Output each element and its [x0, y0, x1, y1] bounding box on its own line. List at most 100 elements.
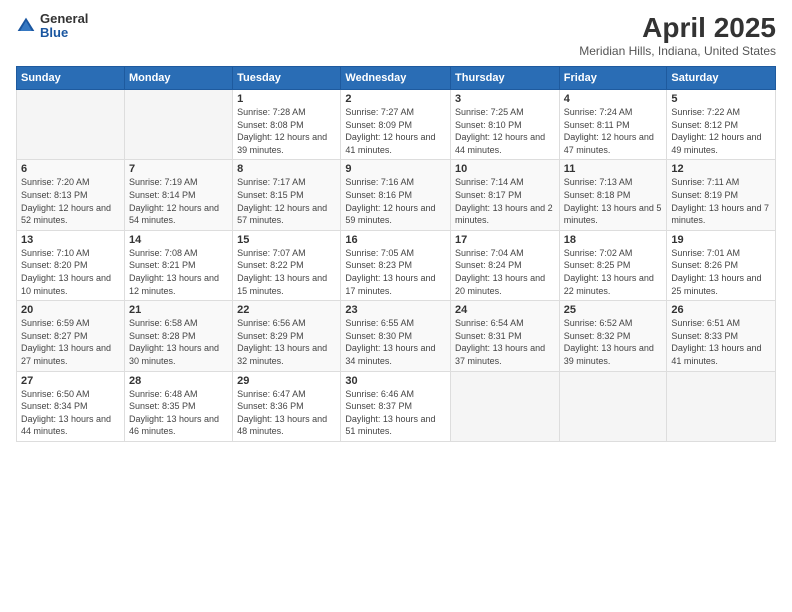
day-info: Sunrise: 7:24 AM Sunset: 8:11 PM Daylight:…	[564, 106, 663, 156]
calendar-cell-w2-d3: 9Sunrise: 7:16 AMSunset: 8:16 PMDaylight…	[341, 160, 451, 230]
daylight-text: Daylight: 13 hours and 2 minutes.	[455, 203, 553, 226]
day-number: 9	[345, 163, 446, 175]
calendar-cell-w3-d3: 16 Sunrise: 7:05 AM Sunset: 8:23 PM Dayligh…	[341, 230, 451, 300]
week-row-1: 1Sunrise: 7:28 AMSunset: 8:08 PMDaylight…	[17, 90, 776, 160]
daylight-text: Daylight: 12 hours and 57 minutes.	[237, 203, 327, 226]
sunrise-text: Sunrise: 6:51 AM	[671, 318, 740, 328]
sunset-text: Sunset: 8:12 PM	[671, 120, 738, 130]
sunrise-text: Sunrise: 7:16 AM	[345, 177, 414, 187]
day-number: 23	[345, 304, 446, 316]
sunrise-text: Sunrise: 7:08 AM	[129, 248, 198, 258]
calendar-cell-w5-d5	[559, 371, 667, 441]
day-number: 26	[671, 304, 771, 316]
sunrise-text: Sunrise: 7:04 AM	[455, 248, 524, 258]
calendar-cell-w5-d4	[451, 371, 560, 441]
sunset-text: Sunset: 8:34 PM	[21, 401, 88, 411]
day-number: 21	[129, 304, 228, 316]
sunset-text: Sunset: 8:26 PM	[671, 260, 738, 270]
header-monday: Monday	[124, 67, 232, 90]
sunrise-text: Sunrise: 7:07 AM	[237, 248, 306, 258]
day-info: Sunrise: 6:51 AMSunset: 8:33 PMDaylight:…	[671, 317, 771, 367]
sunrise-text: Sunrise: 6:46 AM	[345, 389, 414, 399]
daylight-text: Daylight: 13 hours and 30 minutes.	[129, 343, 219, 366]
calendar-cell-w1-d0	[17, 90, 125, 160]
calendar-cell-w4-d3: 23Sunrise: 6:55 AMSunset: 8:30 PMDayligh…	[341, 301, 451, 371]
sunset-text: Sunset: 8:10 PM	[455, 120, 522, 130]
week-row-4: 20 Sunrise: 6:59 AM Sunset: 8:27 PM Dayligh…	[17, 301, 776, 371]
day-info: Sunrise: 7:02 AMSunset: 8:25 PMDaylight:…	[564, 247, 663, 297]
sunrise-text: Sunrise: 7:25 AM	[455, 107, 524, 117]
sunset-text: Sunset: 8:13 PM	[21, 190, 88, 200]
calendar-cell-w1-d1	[124, 90, 232, 160]
daylight-text: Daylight: 13 hours and 44 minutes.	[21, 414, 111, 437]
day-number: 16	[345, 234, 446, 246]
sunset-text: Sunset: 8:23 PM	[345, 260, 412, 270]
calendar-header: Sunday Monday Tuesday Wednesday Thursday…	[17, 67, 776, 90]
sunrise-text: Sunrise: 7:24 AM	[564, 107, 633, 117]
sunrise-text: Sunrise: 7:17 AM	[237, 177, 306, 187]
day-info: Sunrise: 7:04 AMSunset: 8:24 PMDaylight:…	[455, 247, 555, 297]
sunset-text: Sunset: 8:11 PM	[564, 120, 630, 130]
sunrise-text: Sunrise: 6:54 AM	[455, 318, 524, 328]
day-number: 2	[345, 93, 446, 105]
calendar-cell-w2-d2: 8Sunrise: 7:17 AMSunset: 8:15 PMDaylight…	[233, 160, 341, 230]
title-area: April 2025 Meridian Hills, Indiana, Unit…	[579, 12, 776, 58]
logo-blue-text: Blue	[40, 26, 88, 40]
daylight-text: Daylight: 13 hours and 37 minutes.	[455, 343, 545, 366]
sunset-text: Sunset: 8:09 PM	[345, 120, 412, 130]
day-number: 22	[237, 304, 336, 316]
day-number: 20	[21, 304, 120, 316]
day-number: 12	[671, 163, 771, 175]
day-info: Sunrise: 7:11 AMSunset: 8:19 PMDaylight:…	[671, 176, 771, 226]
sunrise-text: Sunrise: 7:01 AM	[671, 248, 740, 258]
day-info: Sunrise: 6:47 AMSunset: 8:36 PMDaylight:…	[237, 388, 336, 438]
calendar-cell-w4-d6: 26Sunrise: 6:51 AMSunset: 8:33 PMDayligh…	[667, 301, 776, 371]
sunrise-text: Sunrise: 7:11 AM	[671, 177, 739, 187]
day-number: 17	[455, 234, 555, 246]
day-number: 5	[671, 93, 771, 105]
sunrise-text: Sunrise: 7:14 AM	[455, 177, 524, 187]
sunset-text: Sunset: 8:27 PM	[21, 331, 88, 341]
sunset-text: Sunset: 8:21 PM	[129, 260, 196, 270]
logo-icon	[16, 16, 36, 36]
daylight-text: Daylight: 13 hours and 17 minutes.	[345, 273, 435, 296]
header-wednesday: Wednesday	[341, 67, 451, 90]
daylight-text: Daylight: 12 hours and 44 minutes.	[455, 132, 545, 155]
header-tuesday: Tuesday	[233, 67, 341, 90]
week-row-5: 27Sunrise: 6:50 AMSunset: 8:34 PMDayligh…	[17, 371, 776, 441]
day-number: 28	[129, 375, 228, 387]
day-info: Sunrise: 7:07 AMSunset: 8:22 PMDaylight:…	[237, 247, 336, 297]
day-info: Sunrise: 6:55 AMSunset: 8:30 PMDaylight:…	[345, 317, 446, 367]
calendar-cell-w5-d2: 29Sunrise: 6:47 AMSunset: 8:36 PMDayligh…	[233, 371, 341, 441]
sunrise-text: Sunrise: 7:22 AM	[671, 107, 740, 117]
day-number: 10	[455, 163, 555, 175]
sunrise-text: Sunrise: 7:19 AM	[129, 177, 198, 187]
day-info: Sunrise: 7:28 AMSunset: 8:08 PMDaylight:…	[237, 106, 336, 156]
daylight-text: Daylight: 13 hours and 48 minutes.	[237, 414, 327, 437]
day-info: Sunrise: 7:20 AMSunset: 8:13 PMDaylight:…	[21, 176, 120, 226]
calendar-cell-w5-d1: 28Sunrise: 6:48 AMSunset: 8:35 PMDayligh…	[124, 371, 232, 441]
daylight-text: Daylight: 13 hours and 34 minutes.	[345, 343, 435, 366]
header-saturday: Saturday	[667, 67, 776, 90]
daylight-text: Daylight: 13 hours and 15 minutes.	[237, 273, 327, 296]
sunset-text: Sunset: 8:33 PM	[671, 331, 738, 341]
week-row-2: 6Sunrise: 7:20 AMSunset: 8:13 PMDaylight…	[17, 160, 776, 230]
calendar-cell-w4-d0: 20Sunrise: 6:59 AMSunset: 8:27 PMDayligh…	[17, 301, 125, 371]
day-info: Sunrise: 7:05 AM Sunset: 8:23 PM Daylight:…	[345, 247, 446, 297]
sunset-text: Sunset: 8:15 PM	[237, 190, 304, 200]
day-number: 14	[129, 234, 228, 246]
sunrise-text: Sunrise: 7:05 AM	[345, 248, 414, 258]
calendar-cell-w1-d5: 4Sunrise: 7:24 AMSunset: 8:11 PMDaylight…	[559, 90, 667, 160]
daylight-text: Daylight: 12 hours and 49 minutes.	[671, 132, 761, 155]
day-number: 13	[21, 234, 120, 246]
logo-text: General Blue	[40, 12, 88, 41]
day-info: Sunrise: 7:17 AM Sunset: 8:15 PM Daylight:…	[237, 176, 336, 226]
sunrise-text: Sunrise: 6:59 AM	[21, 318, 90, 328]
sunrise-text: Sunrise: 6:58 AM	[129, 318, 198, 328]
sunrise-text: Sunrise: 6:47 AM	[237, 389, 306, 399]
day-info: Sunrise: 6:59 AMSunset: 8:27 PMDaylight:…	[21, 317, 120, 367]
calendar-cell-w3-d4: 17Sunrise: 7:04 AMSunset: 8:24 PMDayligh…	[451, 230, 560, 300]
day-info: Sunrise: 6:50 AMSunset: 8:34 PMDaylight:…	[21, 388, 120, 438]
daylight-text: Daylight: 12 hours and 47 minutes.	[564, 132, 654, 155]
sunrise-text: Sunrise: 7:27 AM	[345, 107, 414, 117]
